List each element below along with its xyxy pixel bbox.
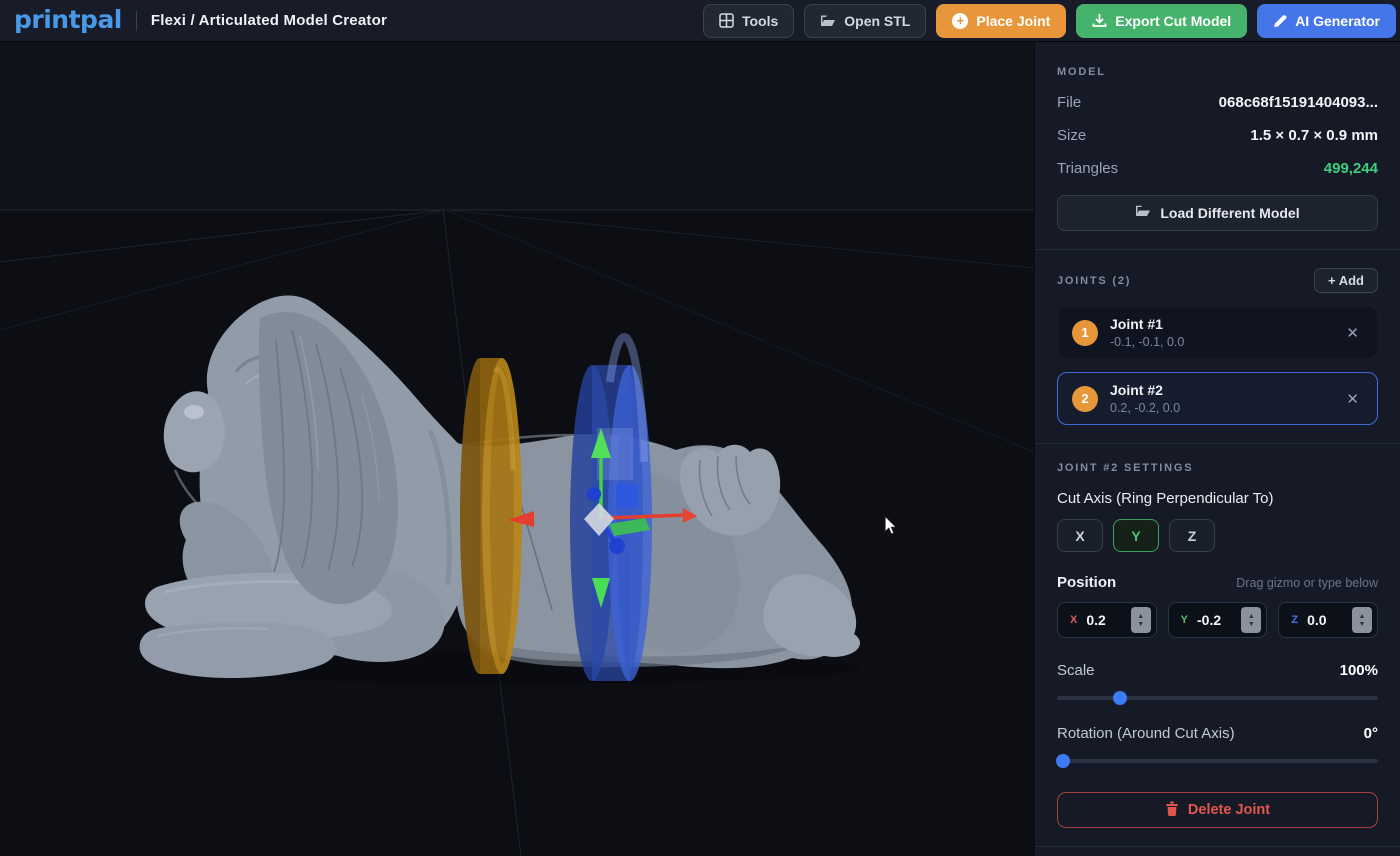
pencil-icon: [1273, 14, 1287, 28]
joint-name: Joint #2: [1110, 382, 1180, 398]
gizmo-blue-plane-handle[interactable]: [616, 484, 638, 508]
joint-list-item-1[interactable]: 1 Joint #1 -0.1, -0.1, 0.0 ✕: [1057, 306, 1378, 359]
folder-open-icon: [820, 14, 836, 28]
file-label: File: [1057, 94, 1081, 111]
position-y-input[interactable]: Y -0.2 ▲▼: [1168, 602, 1268, 638]
joint-number-badge: 1: [1072, 320, 1098, 346]
x-stepper[interactable]: ▲▼: [1131, 607, 1151, 633]
z-axis-letter: Z: [1291, 614, 1298, 626]
delete-joint-button[interactable]: Delete Joint: [1057, 792, 1378, 828]
export-cut-model-button-label: Export Cut Model: [1115, 13, 1231, 29]
download-icon: [1092, 13, 1107, 28]
trash-icon: [1165, 801, 1179, 820]
scale-label: Scale: [1057, 662, 1095, 679]
viewport-3d-scene[interactable]: [0, 42, 1034, 856]
position-z-input[interactable]: Z 0.0 ▲▼: [1278, 602, 1378, 638]
scale-slider[interactable]: [1057, 691, 1378, 705]
y-axis-letter: Y: [1181, 614, 1188, 626]
position-x-value: 0.2: [1086, 612, 1105, 628]
position-y-value: -0.2: [1197, 612, 1221, 628]
page-title: Flexi / Articulated Model Creator: [151, 12, 387, 29]
place-joint-button[interactable]: + Place Joint: [936, 4, 1066, 38]
load-different-model-label: Load Different Model: [1160, 205, 1299, 221]
y-stepper[interactable]: ▲▼: [1241, 607, 1261, 633]
model-file-row: File 068c68f15191404093...: [1057, 94, 1378, 111]
load-different-model-button[interactable]: Load Different Model: [1057, 195, 1378, 231]
position-label: Position: [1057, 574, 1116, 591]
position-hint: Drag gizmo or type below: [1236, 576, 1378, 590]
cut-ring-joint-2[interactable]: [570, 337, 652, 681]
cut-axis-label: Cut Axis (Ring Perpendicular To): [1057, 490, 1378, 507]
position-x-input[interactable]: X 0.2 ▲▼: [1057, 602, 1157, 638]
z-stepper[interactable]: ▲▼: [1352, 607, 1372, 633]
size-value: 1.5 × 0.7 × 0.9 mm: [1250, 127, 1378, 144]
mouse-cursor: [882, 515, 902, 537]
joint-name: Joint #1: [1110, 316, 1184, 332]
right-sidebar: Model File 068c68f15191404093... Size 1.…: [1034, 42, 1400, 856]
tools-button[interactable]: Tools: [703, 4, 794, 38]
joint-list-item-2[interactable]: 2 Joint #2 0.2, -0.2, 0.0 ✕: [1057, 372, 1378, 425]
export-cut-model-button[interactable]: Export Cut Model: [1076, 4, 1247, 38]
place-joint-button-label: Place Joint: [976, 13, 1050, 29]
gizmo-z-axis-dot[interactable]: [587, 487, 601, 501]
folder-icon: [1135, 205, 1151, 221]
triangles-label: Triangles: [1057, 160, 1118, 177]
position-inputs: X 0.2 ▲▼ Y -0.2 ▲▼ Z 0.0 ▲▼: [1057, 602, 1378, 638]
file-value: 068c68f15191404093...: [1219, 94, 1378, 111]
scale-value: 100%: [1340, 662, 1378, 679]
app-window: printpal Flexi / Articulated Model Creat…: [0, 0, 1400, 856]
model-triangles-row: Triangles 499,244: [1057, 160, 1378, 177]
joint-info: Joint #2 0.2, -0.2, 0.0: [1110, 382, 1180, 415]
scale-slider-thumb[interactable]: [1113, 691, 1127, 705]
model-section: Model File 068c68f15191404093... Size 1.…: [1057, 42, 1378, 231]
x-axis-letter: X: [1070, 614, 1077, 626]
joint-settings-title: Joint #2 Settings: [1057, 462, 1378, 474]
joint-settings-section: Joint #2 Settings Cut Axis (Ring Perpend…: [1057, 462, 1378, 828]
rotation-slider[interactable]: [1057, 754, 1378, 768]
grid-icon: [719, 13, 734, 28]
close-icon[interactable]: ✕: [1342, 386, 1363, 412]
plus-circle-icon: +: [952, 13, 968, 29]
printpal-logo[interactable]: printpal: [10, 5, 126, 37]
section-divider: [1035, 249, 1400, 250]
model-size-row: Size 1.5 × 0.7 × 0.9 mm: [1057, 127, 1378, 144]
joint-info: Joint #1 -0.1, -0.1, 0.0: [1110, 316, 1184, 349]
rotation-slider-thumb[interactable]: [1056, 754, 1070, 768]
cut-ring-joint-1[interactable]: [460, 358, 522, 674]
model-section-title: Model: [1057, 66, 1378, 78]
rotation-value: 0°: [1364, 725, 1378, 742]
size-label: Size: [1057, 127, 1086, 144]
top-bar: printpal Flexi / Articulated Model Creat…: [0, 0, 1400, 42]
section-divider: [1035, 846, 1400, 847]
add-joint-button[interactable]: + Add: [1314, 268, 1378, 293]
joints-section-title: Joints (2): [1057, 275, 1131, 287]
ai-generator-button-label: AI Generator: [1295, 13, 1380, 29]
close-icon[interactable]: ✕: [1342, 320, 1363, 346]
rotation-label: Rotation (Around Cut Axis): [1057, 725, 1235, 742]
rotation-slider-track: [1057, 759, 1378, 763]
ai-generator-button[interactable]: AI Generator: [1257, 4, 1396, 38]
position-z-value: 0.0: [1307, 612, 1326, 628]
joint-coords: 0.2, -0.2, 0.0: [1110, 401, 1180, 415]
open-stl-button-label: Open STL: [844, 13, 910, 29]
open-stl-button[interactable]: Open STL: [804, 4, 926, 38]
section-divider: [1035, 443, 1400, 444]
scale-slider-track: [1057, 696, 1378, 700]
axis-y-button[interactable]: Y: [1113, 519, 1159, 552]
joint-number-badge: 2: [1072, 386, 1098, 412]
tools-button-label: Tools: [742, 13, 778, 29]
joint-coords: -0.1, -0.1, 0.0: [1110, 335, 1184, 349]
delete-joint-label: Delete Joint: [1188, 802, 1270, 818]
cut-axis-options: X Y Z: [1057, 519, 1378, 552]
joints-section: Joints (2) + Add 1 Joint #1 -0.1, -0.1, …: [1057, 268, 1378, 425]
viewport-3d[interactable]: [0, 42, 1034, 856]
axis-z-button[interactable]: Z: [1169, 519, 1215, 552]
triangles-value: 499,244: [1324, 160, 1378, 177]
axis-x-button[interactable]: X: [1057, 519, 1103, 552]
title-separator: [136, 11, 137, 31]
